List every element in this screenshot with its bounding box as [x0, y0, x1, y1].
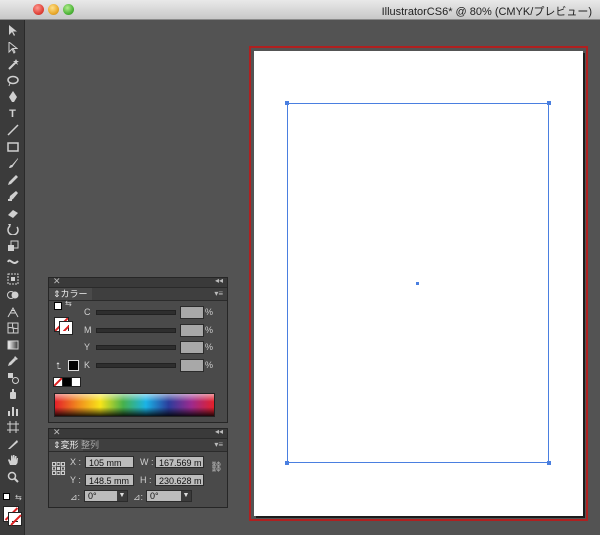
transform-panel-header[interactable]: ✕ ◂◂	[49, 427, 227, 439]
perspective-grid-tool-icon[interactable]	[4, 305, 21, 319]
channel-slider-k[interactable]	[96, 362, 176, 368]
panel-close-icon[interactable]: ✕	[53, 427, 61, 438]
eraser-tool-icon[interactable]	[4, 206, 21, 220]
panel-collapse-icon[interactable]: ◂◂	[215, 427, 223, 436]
shear-label: ⊿:	[133, 492, 144, 502]
rotate-angle-value: 0°	[88, 491, 97, 501]
shear-angle-value: 0°	[150, 491, 159, 501]
tools-panel: T ⇆	[0, 0, 25, 535]
y-position-field[interactable]: 148.5 mm	[85, 474, 134, 486]
rotate-tool-icon[interactable]	[4, 222, 21, 236]
out-of-gamut-icon[interactable]: ⮤	[56, 361, 61, 372]
channel-unit: %	[205, 359, 214, 370]
blend-tool-icon[interactable]	[4, 371, 21, 385]
slice-tool-icon[interactable]	[4, 437, 21, 451]
channel-value-field-k[interactable]	[180, 358, 204, 372]
window-close-button[interactable]	[33, 4, 44, 15]
color-spectrum-bar[interactable]	[54, 393, 215, 417]
channel-label-c: C	[84, 307, 91, 317]
gradient-tool-icon[interactable]	[4, 338, 21, 352]
color-panel-tabs: ⇕カラー ▾≡	[49, 288, 227, 301]
zoom-tool-icon[interactable]	[4, 470, 21, 484]
y-label: Y :	[70, 475, 81, 485]
shear-angle-dropdown[interactable]: 0° ▼	[146, 490, 192, 502]
reference-point-icon[interactable]	[52, 462, 65, 475]
channel-value-field-c[interactable]	[180, 306, 204, 319]
width-field[interactable]: 167.569 m	[155, 456, 204, 468]
channel-label-m: M	[84, 324, 92, 335]
channel-slider-y[interactable]	[96, 345, 176, 350]
warp-tool-icon[interactable]	[4, 255, 21, 269]
constrain-proportions-icon[interactable]: ⛓	[210, 462, 223, 473]
transform-panel-tabs: ⇕変形 整列 ▾≡	[49, 439, 227, 452]
channel-value-field-y[interactable]	[180, 341, 204, 354]
selection-handle-top-right[interactable]	[547, 101, 551, 105]
window-zoom-button[interactable]	[63, 4, 74, 15]
artboard-tool-icon[interactable]	[4, 420, 21, 434]
paintbrush-tool-icon[interactable]	[4, 156, 21, 170]
channel-label-k: K	[84, 359, 91, 370]
tab-transform-label: 変形	[60, 440, 79, 450]
pencil-tool-icon[interactable]	[4, 173, 21, 187]
window-title: IllustratorCS6* @ 80% (CMYK/プレビュー)	[381, 6, 592, 18]
chevron-down-icon[interactable]: ▼	[181, 491, 191, 501]
color-panel-header[interactable]: ✕ ◂◂	[49, 276, 227, 288]
rotate-angle-dropdown[interactable]: 0° ▼	[84, 490, 128, 502]
tab-color-label: カラー	[60, 289, 88, 299]
panel-menu-icon[interactable]: ▾≡	[214, 440, 223, 449]
panel-collapse-icon[interactable]: ◂◂	[215, 276, 223, 285]
type-tool-icon[interactable]: T	[4, 107, 21, 121]
channel-slider-c[interactable]	[96, 310, 176, 315]
rectangle-tool-icon[interactable]	[4, 140, 21, 154]
window-titlebar: IllustratorCS6* @ 80% (CMYK/プレビュー)	[0, 0, 600, 20]
panel-menu-icon[interactable]: ▾≡	[214, 289, 223, 298]
free-transform-tool-icon[interactable]	[4, 272, 21, 286]
eyedropper-tool-icon[interactable]	[4, 354, 21, 368]
selection-handle-top-left[interactable]	[285, 101, 289, 105]
channel-label-y: Y	[84, 342, 91, 352]
selection-handle-bottom-right[interactable]	[547, 461, 551, 465]
blob-brush-tool-icon[interactable]	[4, 189, 21, 203]
channel-slider-m[interactable]	[96, 327, 176, 333]
column-graph-tool-icon[interactable]	[4, 404, 21, 418]
swap-fill-stroke-icon[interactable]: ⇆	[15, 493, 22, 502]
scale-tool-icon[interactable]	[4, 239, 21, 253]
x-label: X :	[70, 457, 82, 467]
symbol-sprayer-tool-icon[interactable]	[4, 387, 21, 401]
direct-selection-tool-icon[interactable]	[4, 41, 21, 55]
default-fill-stroke-icon[interactable]	[3, 493, 10, 500]
channel-unit: %	[205, 324, 214, 335]
channel-unit: %	[205, 307, 214, 317]
channel-value-field-m[interactable]	[180, 323, 204, 337]
hand-tool-icon[interactable]	[4, 453, 21, 467]
magic-wand-tool-icon[interactable]	[4, 57, 21, 71]
rotate-label: ⊿:	[70, 492, 81, 502]
tab-align[interactable]: 整列	[77, 439, 103, 451]
chevron-down-icon[interactable]: ▼	[117, 491, 127, 501]
black-swatch[interactable]	[68, 360, 79, 371]
color-stroke-swatch[interactable]	[59, 321, 73, 335]
channel-unit: %	[205, 342, 214, 352]
height-field[interactable]: 230.628 m	[155, 474, 204, 486]
lasso-tool-icon[interactable]	[4, 74, 21, 88]
h-label: H :	[140, 475, 152, 485]
selection-center-point[interactable]	[416, 282, 419, 285]
shape-builder-tool-icon[interactable]	[4, 288, 21, 302]
window-minimize-button[interactable]	[48, 4, 59, 15]
selection-handle-bottom-left[interactable]	[285, 461, 289, 465]
w-label: W :	[140, 457, 154, 467]
x-position-field[interactable]: 105 mm	[85, 456, 134, 468]
line-tool-icon[interactable]	[4, 123, 21, 137]
panel-close-icon[interactable]: ✕	[53, 276, 61, 287]
default-colors-icon[interactable]	[54, 302, 62, 310]
selection-tool-icon[interactable]	[4, 24, 21, 38]
white-quick-swatch[interactable]	[71, 377, 81, 387]
mesh-tool-icon[interactable]	[4, 321, 21, 335]
swap-colors-icon[interactable]: ⇆	[65, 299, 72, 308]
stroke-swatch[interactable]	[8, 512, 22, 526]
pen-tool-icon[interactable]	[4, 90, 21, 104]
